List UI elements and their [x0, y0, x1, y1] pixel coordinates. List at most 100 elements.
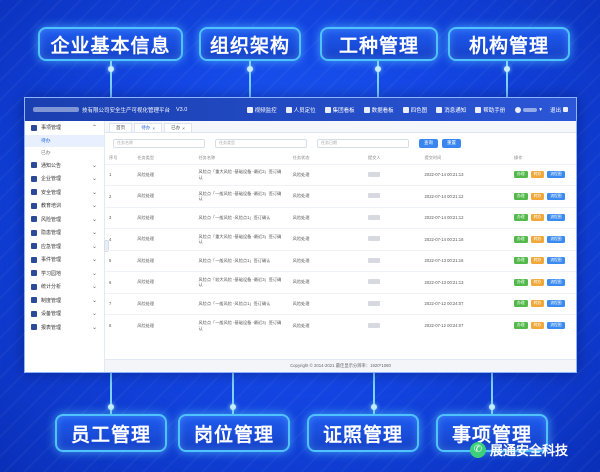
sidebar-item[interactable]: 统计分析 ⌄	[25, 280, 104, 294]
sidebar-item[interactable]: 报表管理 ⌄	[25, 321, 104, 335]
sidebar-item[interactable]: 通知公告 ⌄	[25, 159, 104, 173]
action-button[interactable]: 流程图	[547, 278, 565, 286]
cell-status: 风险处理	[292, 236, 310, 242]
action-button[interactable]: 流程图	[547, 192, 565, 200]
tab[interactable]: 待办 ×	[134, 123, 163, 132]
logout-icon	[563, 107, 568, 112]
cell-no: 8	[109, 323, 112, 328]
sidebar-item-label: 风险管理	[41, 216, 62, 223]
top-menu-label: 四色图	[410, 107, 428, 114]
action-button[interactable]: 流程图	[547, 322, 565, 329]
action-button[interactable]: 转办	[530, 192, 545, 200]
sidebar-item[interactable]: 风险管理 ⌄	[25, 213, 104, 227]
submitter-cell	[364, 315, 421, 337]
sidebar-item[interactable]: 学习园地 ⌄	[25, 267, 104, 281]
cell-no: 2	[109, 193, 112, 199]
action-button[interactable]: 办理	[514, 257, 528, 265]
actions-cell: 办理 转办 流程图	[510, 272, 576, 294]
chevron-up-icon: ⌃	[91, 125, 97, 132]
task-type-select[interactable]: 任务类型	[215, 138, 307, 148]
sidebar-item[interactable]: 设备管理 ⌄	[25, 307, 104, 321]
tab[interactable]: 首页	[109, 123, 133, 132]
cell-type: 风险处理	[137, 300, 155, 306]
cell-time: 2022-07-13 00:21:13	[424, 279, 464, 285]
sidebar-subitem[interactable]: 待办	[25, 134, 104, 147]
action-button[interactable]: 转办	[530, 322, 545, 329]
cell-type: 风险处理	[137, 322, 155, 328]
action-button[interactable]: 办理	[514, 235, 528, 243]
submitter-cell	[364, 164, 421, 186]
action-button[interactable]: 转办	[530, 214, 545, 222]
chart-icon	[363, 106, 370, 113]
action-button[interactable]: 办理	[514, 214, 528, 222]
cell-name: 风险点「一般风险 -风险点1」签订确认	[198, 301, 271, 306]
sidebar-item[interactable]: 事项管理 ⌃	[25, 121, 104, 135]
actions-cell: 办理 转办 流程图	[510, 207, 576, 229]
action-button[interactable]: 流程图	[547, 214, 565, 222]
action-button[interactable]: 办理	[514, 278, 528, 286]
sidebar-item-label: 企业管理	[41, 176, 62, 183]
top-card-4: 机构管理	[448, 27, 570, 61]
action-button[interactable]: 流程图	[547, 257, 565, 265]
sidebar-item-label: 通知公告	[41, 162, 62, 169]
action-button[interactable]: 转办	[530, 171, 545, 179]
top-menu-item[interactable]: 四色图	[402, 106, 428, 114]
sidebar-item[interactable]: 教育培训 ⌄	[25, 199, 104, 213]
menu-icon	[31, 243, 37, 250]
action-button[interactable]: 转办	[530, 278, 545, 286]
chevron-down-icon: ⌄	[91, 203, 97, 210]
column-header: 操作	[514, 155, 523, 161]
task-date-input[interactable]: 任务日期	[317, 138, 409, 148]
menu-icon	[31, 283, 37, 290]
table-row: 6 风险处理 风险点「较大风险 -基础设备 -最近3」签订确认 风险处理 2022-07…	[105, 271, 576, 294]
action-button[interactable]: 流程图	[547, 171, 565, 179]
sidebar-item[interactable]: 企业管理 ⌄	[25, 172, 104, 186]
close-icon[interactable]: ×	[182, 126, 185, 131]
sidebar-item[interactable]: 安全管理 ⌄	[25, 186, 104, 200]
top-menu-item[interactable]: 视频监控	[246, 106, 277, 114]
action-button[interactable]: 转办	[530, 257, 545, 265]
top-menu-item[interactable]: 集团看板	[324, 106, 355, 114]
actions-cell: 办理 转办 流程图	[510, 186, 576, 208]
top-menu-item[interactable]: 人员定位	[285, 106, 316, 114]
search-button[interactable]: 查询	[419, 138, 438, 148]
chevron-down-icon: ⌄	[91, 243, 97, 250]
top-menu-item[interactable]: 数据看板	[363, 106, 394, 114]
redacted-submitter	[368, 193, 381, 199]
chevron-down-icon: ▾	[539, 106, 542, 113]
top-menu-label: 人员定位	[293, 107, 316, 114]
redacted-submitter	[368, 236, 381, 242]
sidebar: 事项管理 ⌃ 待办 已办 通知公告 ⌄ 企业管理 ⌄ 安全管理 ⌄ 教育培训 ⌄ 风险管理 ⌄ 隐患管理 ⌄ 应…	[25, 121, 105, 372]
sidebar-item[interactable]: 事件管理 ⌄	[25, 253, 104, 267]
sidebar-item-label: 设备管理	[41, 311, 62, 318]
sidebar-item[interactable]: 隐患管理 ⌄	[25, 226, 104, 240]
user-menu[interactable]: ▾	[515, 106, 542, 113]
wechat-icon: ✆	[470, 441, 486, 458]
task-name-input[interactable]: 任务名称	[113, 138, 205, 148]
action-button[interactable]: 转办	[530, 235, 545, 243]
action-button[interactable]: 流程图	[547, 235, 565, 243]
logout-button[interactable]: 退出	[550, 106, 568, 114]
action-button[interactable]: 办理	[514, 192, 528, 200]
app-title-text: 技有限公司安全生产可视化管理平台	[82, 107, 171, 114]
top-menu-item[interactable]: 帮助手册	[475, 106, 505, 114]
cell-status: 风险处理	[292, 257, 310, 263]
submitter-cell	[364, 250, 421, 272]
action-button[interactable]: 办理	[514, 300, 528, 308]
sidebar-item[interactable]: 应急管理 ⌄	[25, 240, 104, 254]
close-icon[interactable]: ×	[152, 126, 155, 131]
action-button[interactable]: 流程图	[547, 300, 565, 308]
connector-dot	[371, 404, 377, 410]
sidebar-subitem[interactable]: 已办	[25, 147, 104, 159]
submitter-cell	[364, 272, 421, 294]
tab[interactable]: 已办 ×	[164, 123, 192, 132]
reset-button[interactable]: 重置	[442, 138, 461, 148]
connector-dot	[108, 404, 114, 410]
filter-bar: 任务名称 任务类型 任务日期 查询 重置	[105, 133, 576, 153]
action-button[interactable]: 办理	[514, 171, 528, 179]
cell-no: 5	[109, 258, 112, 264]
action-button[interactable]: 转办	[530, 300, 545, 308]
sidebar-item[interactable]: 制度管理 ⌄	[25, 294, 104, 308]
action-button[interactable]: 办理	[514, 322, 528, 329]
top-menu-item[interactable]: 消息通知	[436, 106, 466, 114]
